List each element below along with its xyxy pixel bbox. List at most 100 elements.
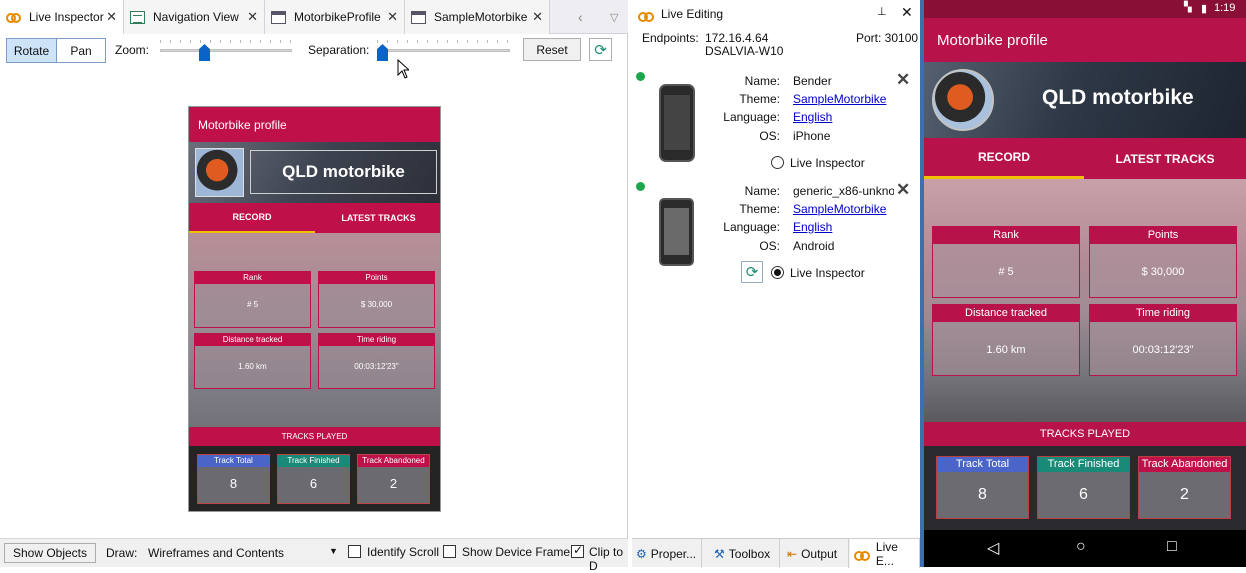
back-icon[interactable]: ◁: [987, 538, 999, 558]
chevron-down-icon[interactable]: ▼: [329, 546, 338, 556]
tab-live-editing[interactable]: Live E...: [850, 539, 920, 568]
refresh-button[interactable]: ⟳: [589, 38, 612, 61]
close-icon[interactable]: ✕: [901, 4, 913, 21]
tab-sample-motorbike[interactable]: SampleMotorbike ✕: [405, 0, 550, 34]
theme-link[interactable]: SampleMotorbike: [793, 92, 886, 106]
card-value: $ 30,000: [360, 300, 393, 309]
slider-track: [160, 49, 292, 52]
tab-navigation-view[interactable]: Navigation View ✕: [124, 0, 265, 34]
clip-to-checkbox[interactable]: [571, 543, 584, 558]
android-card-rank: Rank # 5: [932, 226, 1080, 298]
live-inspector-radio[interactable]: [771, 266, 784, 279]
card-value: 00:03:12'23": [1132, 344, 1194, 356]
live-inspector-radio[interactable]: [771, 156, 784, 169]
show-objects-button[interactable]: Show Objects: [4, 543, 96, 563]
rotate-button[interactable]: Rotate: [7, 39, 57, 62]
preview-card-points: Points $ 30,000: [318, 271, 435, 328]
slider-track: [377, 49, 510, 52]
os-label: OS:: [759, 239, 780, 253]
theme-link[interactable]: SampleMotorbike: [793, 202, 886, 216]
draw-select[interactable]: Wireframes and Contents: [148, 546, 284, 560]
tab-output[interactable]: ⇤ Output: [783, 539, 849, 568]
language-label: Language:: [723, 110, 780, 124]
card-value: 2: [1180, 486, 1189, 503]
live-editing-title: Live Editing: [661, 7, 724, 21]
preview-track-abandoned: Track Abandoned 2: [357, 454, 430, 504]
android-stats-body: Rank # 5 Points $ 30,000 Distance tracke…: [924, 179, 1246, 422]
tab-properties[interactable]: ⚙ Proper...: [632, 539, 702, 568]
remove-device-icon[interactable]: ✕: [896, 180, 910, 200]
draw-label: Draw:: [106, 546, 138, 560]
refresh-button[interactable]: ⟳: [741, 261, 763, 283]
card-value: 2: [389, 476, 398, 491]
live-inspector-radio-label: Live Inspector: [790, 266, 865, 280]
android-track-stats: Track Total 8 Track Finished 6 Track Aba…: [924, 446, 1246, 530]
language-label: Language:: [723, 220, 780, 234]
endpoints-label: Endpoints:: [642, 31, 699, 45]
android-tab-record[interactable]: RECORD: [924, 138, 1084, 179]
home-icon[interactable]: ○: [1076, 538, 1086, 556]
preview-card-time-riding: Time riding 00:03:12'23": [318, 333, 435, 389]
preview-tab-latest-tracks[interactable]: LATEST TRACKS: [315, 203, 440, 233]
language-link[interactable]: English: [793, 110, 832, 124]
show-device-frame-checkbox[interactable]: [443, 545, 456, 558]
pin-icon[interactable]: ⊥: [877, 5, 887, 18]
android-card-points: Points $ 30,000: [1089, 226, 1237, 298]
preview-tab-record[interactable]: RECORD: [189, 203, 315, 233]
close-icon[interactable]: ✕: [106, 9, 117, 25]
android-card-distance: Distance tracked 1.60 km: [932, 304, 1080, 376]
device-name: Bender: [793, 74, 832, 88]
card-value: 1.60 km: [986, 344, 1026, 356]
tab-toolbox[interactable]: ⚒ Toolbox: [710, 539, 780, 568]
document-tab-bar: Live Inspector ✕ Navigation View ✕ Motor…: [0, 0, 628, 34]
iphone-icon: [659, 84, 695, 162]
tab-label: Proper...: [650, 546, 697, 561]
gear-icon: ⚙: [636, 546, 647, 561]
card-label: Points: [1090, 227, 1236, 244]
android-emulator[interactable]: ▚ ▮ 1:19 Motorbike profile QLD motorbike…: [924, 0, 1246, 567]
android-track-total: Track Total 8: [936, 456, 1029, 519]
tab-label: Output: [801, 546, 838, 561]
android-track-abandoned: Track Abandoned 2: [1138, 456, 1231, 519]
tab-motorbike-profile[interactable]: MotorbikeProfile ✕: [265, 0, 405, 34]
close-icon[interactable]: ✕: [532, 9, 543, 25]
page-icon: [411, 10, 426, 24]
motorbike-avatar: [932, 69, 994, 131]
separation-slider[interactable]: [377, 40, 510, 61]
card-label: Track Finished: [278, 455, 349, 467]
close-icon[interactable]: ✕: [387, 9, 398, 25]
close-icon[interactable]: ✕: [247, 9, 258, 25]
zoom-slider[interactable]: [160, 40, 292, 61]
refresh-icon: ⟳: [745, 264, 759, 281]
android-tab-latest-tracks[interactable]: LATEST TRACKS: [1084, 138, 1246, 179]
separation-label: Separation:: [308, 43, 370, 57]
endpoint-port: Port: 30100: [856, 31, 919, 45]
identify-scroll-checkbox[interactable]: [348, 545, 361, 558]
live-inspector-radio-label: Live Inspector: [790, 156, 865, 170]
preview-tabs: RECORD LATEST TRACKS: [189, 203, 440, 233]
tab-live-inspector[interactable]: Live Inspector ✕: [0, 0, 124, 34]
zoom-slider-thumb[interactable]: [199, 44, 210, 61]
name-label: Name:: [744, 184, 780, 198]
name-label: Name:: [744, 74, 780, 88]
card-label: Distance tracked: [195, 334, 310, 346]
inspector-bottom-bar: Show Objects Draw: Wireframes and Conten…: [0, 538, 628, 573]
mouse-cursor-icon: [397, 59, 409, 79]
pan-button[interactable]: Pan: [57, 39, 105, 62]
tab-label: Toolbox: [728, 546, 771, 561]
card-value: $ 30,000: [1141, 266, 1185, 278]
page-icon: [271, 10, 286, 24]
remove-device-icon[interactable]: ✕: [896, 70, 910, 90]
reset-button[interactable]: Reset: [523, 38, 581, 61]
endpoint-ip: 172.16.4.64: [705, 31, 769, 45]
device-preview[interactable]: Motorbike profile QLD motorbike RECORD L…: [188, 106, 441, 512]
chevron-down-icon[interactable]: ▽: [610, 11, 618, 24]
slider-ticks: [377, 40, 510, 43]
chevron-left-icon[interactable]: ‹: [578, 9, 583, 25]
separation-slider-thumb[interactable]: [377, 44, 388, 61]
glasses-icon: [854, 549, 870, 561]
language-link[interactable]: English: [793, 220, 832, 234]
recents-icon[interactable]: □: [1167, 538, 1177, 556]
card-value: 1.60 km: [238, 362, 267, 371]
tab-label: Live E...: [875, 539, 898, 568]
